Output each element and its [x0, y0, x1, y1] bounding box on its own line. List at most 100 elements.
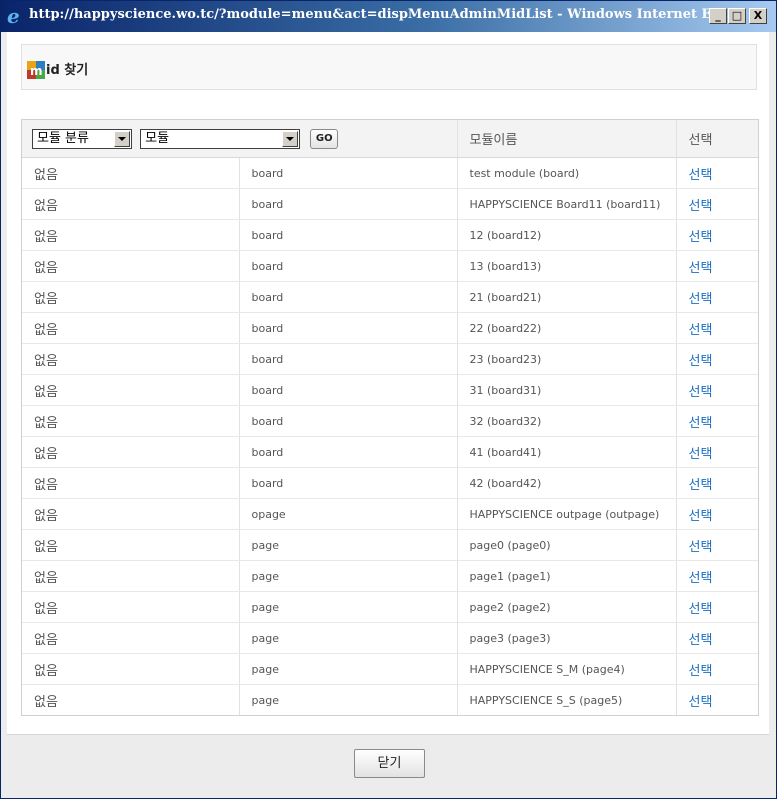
category-cell: 없음 — [22, 281, 240, 313]
module-name-cell: 12 (board12) — [457, 219, 677, 251]
module-value: 모듈 — [145, 130, 170, 146]
table-row: 없음 page page1 (page1) 선택 — [22, 560, 758, 592]
title-bar: e http://happyscience.wo.tc/?module=menu… — [1, 1, 776, 32]
module-category-select[interactable]: 모듈 분류 — [32, 128, 132, 149]
table-row: 없음 board 22 (board22) 선택 — [22, 312, 758, 344]
table-row: 없음 page page0 (page0) 선택 — [22, 529, 758, 561]
module-name-cell: page2 (page2) — [457, 591, 677, 623]
select-link[interactable]: 선택 — [689, 540, 713, 555]
chevron-down-icon — [282, 130, 299, 147]
module-name-cell: HAPPYSCIENCE S_M (page4) — [457, 653, 677, 685]
table-row: 없음 board 31 (board31) 선택 — [22, 374, 758, 406]
select-link[interactable]: 선택 — [689, 385, 713, 400]
select-link[interactable]: 선택 — [689, 571, 713, 586]
module-cell: board — [239, 312, 458, 344]
select-cell: 선택 — [676, 436, 758, 468]
module-name-cell: 31 (board31) — [457, 374, 677, 406]
window-title: http://happyscience.wo.tc/?module=menu&a… — [29, 7, 733, 22]
module-cell: board — [239, 157, 458, 189]
select-link[interactable]: 선택 — [689, 168, 713, 183]
select-cell: 선택 — [676, 343, 758, 375]
filter-controls: 모듈 분류 모듈 GO — [22, 120, 458, 158]
select-link[interactable]: 선택 — [689, 323, 713, 338]
select-link[interactable]: 선택 — [689, 416, 713, 431]
module-name-cell: HAPPYSCIENCE S_S (page5) — [457, 684, 677, 715]
category-cell: 없음 — [22, 529, 240, 561]
table-row: 없음 board 21 (board21) 선택 — [22, 281, 758, 313]
category-cell: 없음 — [22, 405, 240, 437]
select-link[interactable]: 선택 — [689, 261, 713, 276]
select-link[interactable]: 선택 — [689, 447, 713, 462]
category-cell: 없음 — [22, 653, 240, 685]
module-select[interactable]: 모듈 — [140, 128, 301, 149]
module-cell: page — [239, 529, 458, 561]
module-cell: board — [239, 281, 458, 313]
category-cell: 없음 — [22, 436, 240, 468]
select-link[interactable]: 선택 — [689, 509, 713, 524]
maximize-button[interactable]: □ — [728, 8, 746, 24]
minimize-button[interactable]: _ — [709, 8, 727, 24]
select-link[interactable]: 선택 — [689, 292, 713, 307]
category-cell: 없음 — [22, 343, 240, 375]
select-link[interactable]: 선택 — [689, 230, 713, 245]
popup-window: e http://happyscience.wo.tc/?module=menu… — [0, 0, 777, 799]
module-cell: page — [239, 622, 458, 654]
table-row: 없음 page HAPPYSCIENCE S_M (page4) 선택 — [22, 653, 758, 685]
module-table: 모듈 분류 모듈 GO 모듈이름 선택 없음 board test module… — [21, 119, 759, 716]
module-cell: page — [239, 560, 458, 592]
select-cell: 선택 — [676, 685, 758, 716]
module-name-cell: 32 (board32) — [457, 405, 677, 437]
select-link[interactable]: 선택 — [689, 199, 713, 214]
svg-text:e: e — [7, 6, 20, 26]
select-link[interactable]: 선택 — [689, 664, 713, 679]
table-row: 없음 page page2 (page2) 선택 — [22, 591, 758, 623]
table-row: 없음 board 41 (board41) 선택 — [22, 436, 758, 468]
select-cell: 선택 — [676, 219, 758, 251]
table-row: 없음 board 42 (board42) 선택 — [22, 467, 758, 499]
category-cell: 없음 — [22, 684, 240, 715]
table-row: 없음 page HAPPYSCIENCE S_S (page5) 선택 — [22, 684, 758, 716]
go-button[interactable]: GO — [310, 128, 339, 149]
select-cell: 선택 — [676, 467, 758, 499]
select-link[interactable]: 선택 — [689, 478, 713, 493]
select-cell: 선택 — [676, 560, 758, 592]
category-cell: 없음 — [22, 157, 240, 189]
module-name-cell: 22 (board22) — [457, 312, 677, 344]
category-cell: 없음 — [22, 312, 240, 344]
select-link[interactable]: 선택 — [689, 602, 713, 617]
module-cell: page — [239, 591, 458, 623]
select-cell: 선택 — [676, 529, 758, 561]
table-row: 없음 board HAPPYSCIENCE Board11 (board11) 선택 — [22, 188, 758, 220]
category-cell: 없음 — [22, 498, 240, 530]
category-cell: 없음 — [22, 591, 240, 623]
category-cell: 없음 — [22, 219, 240, 251]
module-name-cell: 23 (board23) — [457, 343, 677, 375]
table-header-row: 모듈 분류 모듈 GO 모듈이름 선택 — [22, 120, 758, 158]
module-name-cell: 41 (board41) — [457, 436, 677, 468]
select-cell: 선택 — [676, 405, 758, 437]
table-row: 없음 board 12 (board12) 선택 — [22, 219, 758, 251]
svg-text:m: m — [30, 64, 43, 78]
select-link[interactable]: 선택 — [689, 354, 713, 369]
close-button[interactable]: 닫기 — [354, 749, 425, 778]
category-cell: 없음 — [22, 188, 240, 220]
select-link[interactable]: 선택 — [689, 695, 713, 710]
page-title: id 찾기 — [46, 63, 89, 78]
module-cell: board — [239, 188, 458, 220]
internet-explorer-icon: e — [7, 6, 20, 26]
module-name-cell: HAPPYSCIENCE outpage (outpage) — [457, 498, 677, 530]
module-cell: opage — [239, 498, 458, 530]
module-cell: board — [239, 374, 458, 406]
module-cell: page — [239, 653, 458, 685]
module-name-cell: HAPPYSCIENCE Board11 (board11) — [457, 188, 677, 220]
table-row: 없음 board test module (board) 선택 — [22, 157, 758, 189]
close-window-button[interactable]: X — [749, 8, 767, 24]
select-cell: 선택 — [676, 622, 758, 654]
footer: 닫기 — [7, 734, 769, 793]
module-cell: board — [239, 405, 458, 437]
module-logo-icon: m — [27, 61, 45, 79]
category-cell: 없음 — [22, 250, 240, 282]
module-category-value: 모듈 분류 — [37, 130, 89, 146]
select-link[interactable]: 선택 — [689, 633, 713, 648]
module-name-cell: page0 (page0) — [457, 529, 677, 561]
